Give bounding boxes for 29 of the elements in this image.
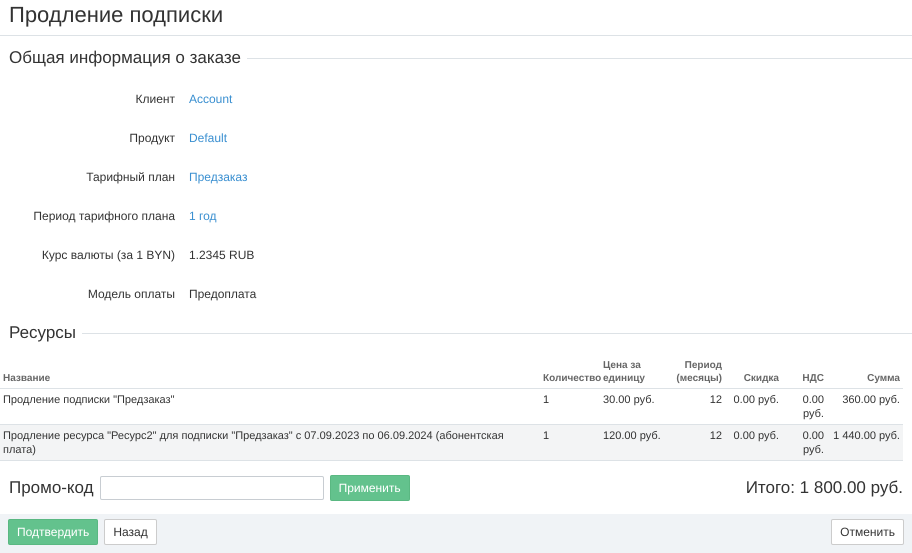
- field-value: 1.2345 RUB: [189, 247, 254, 264]
- table-cell: 12: [672, 424, 725, 460]
- field-label: Период тарифного плана: [32, 208, 175, 225]
- section-heading: Общая информация о заказе: [9, 48, 241, 68]
- table-cell: 0.00 руб.: [725, 424, 782, 460]
- field-label: Модель оплаты: [86, 286, 175, 303]
- promo-label: Промо-код: [9, 478, 94, 498]
- total-amount: Итого: 1 800.00 руб.: [746, 478, 903, 498]
- page-title: Продление подписки: [0, 0, 912, 36]
- apply-button[interactable]: Применить: [330, 475, 410, 501]
- section-heading: Ресурсы: [9, 323, 76, 343]
- table-cell: 1 440.00 руб.: [827, 424, 903, 460]
- cancel-button[interactable]: Отменить: [831, 519, 904, 545]
- field-link[interactable]: Предзаказ: [189, 168, 248, 186]
- confirm-button[interactable]: Подтвердить: [8, 519, 98, 545]
- field-label: Продукт: [128, 130, 175, 147]
- table-cell: Продление ресурса "Ресурс2" для подписки "Предзаказ" с 07.09.2023 по 06.09.2024 (абонентская плата): [0, 424, 540, 460]
- field-link[interactable]: Default: [189, 129, 228, 147]
- field-value: Предоплата: [189, 286, 256, 303]
- field-link[interactable]: 1 год: [189, 207, 217, 225]
- table-cell: 1: [540, 424, 600, 460]
- field-label: Клиент: [134, 91, 175, 108]
- promo-code-field[interactable]: [100, 476, 324, 500]
- field-link[interactable]: Account: [189, 90, 232, 108]
- back-button[interactable]: Назад: [104, 519, 157, 545]
- field-label: Тарифный план: [85, 169, 175, 186]
- table-cell: 120.00 руб.: [600, 424, 672, 460]
- table-cell: 0.00 руб.: [782, 424, 827, 460]
- field-label: Курс валюты (за 1 BYN): [40, 247, 175, 264]
